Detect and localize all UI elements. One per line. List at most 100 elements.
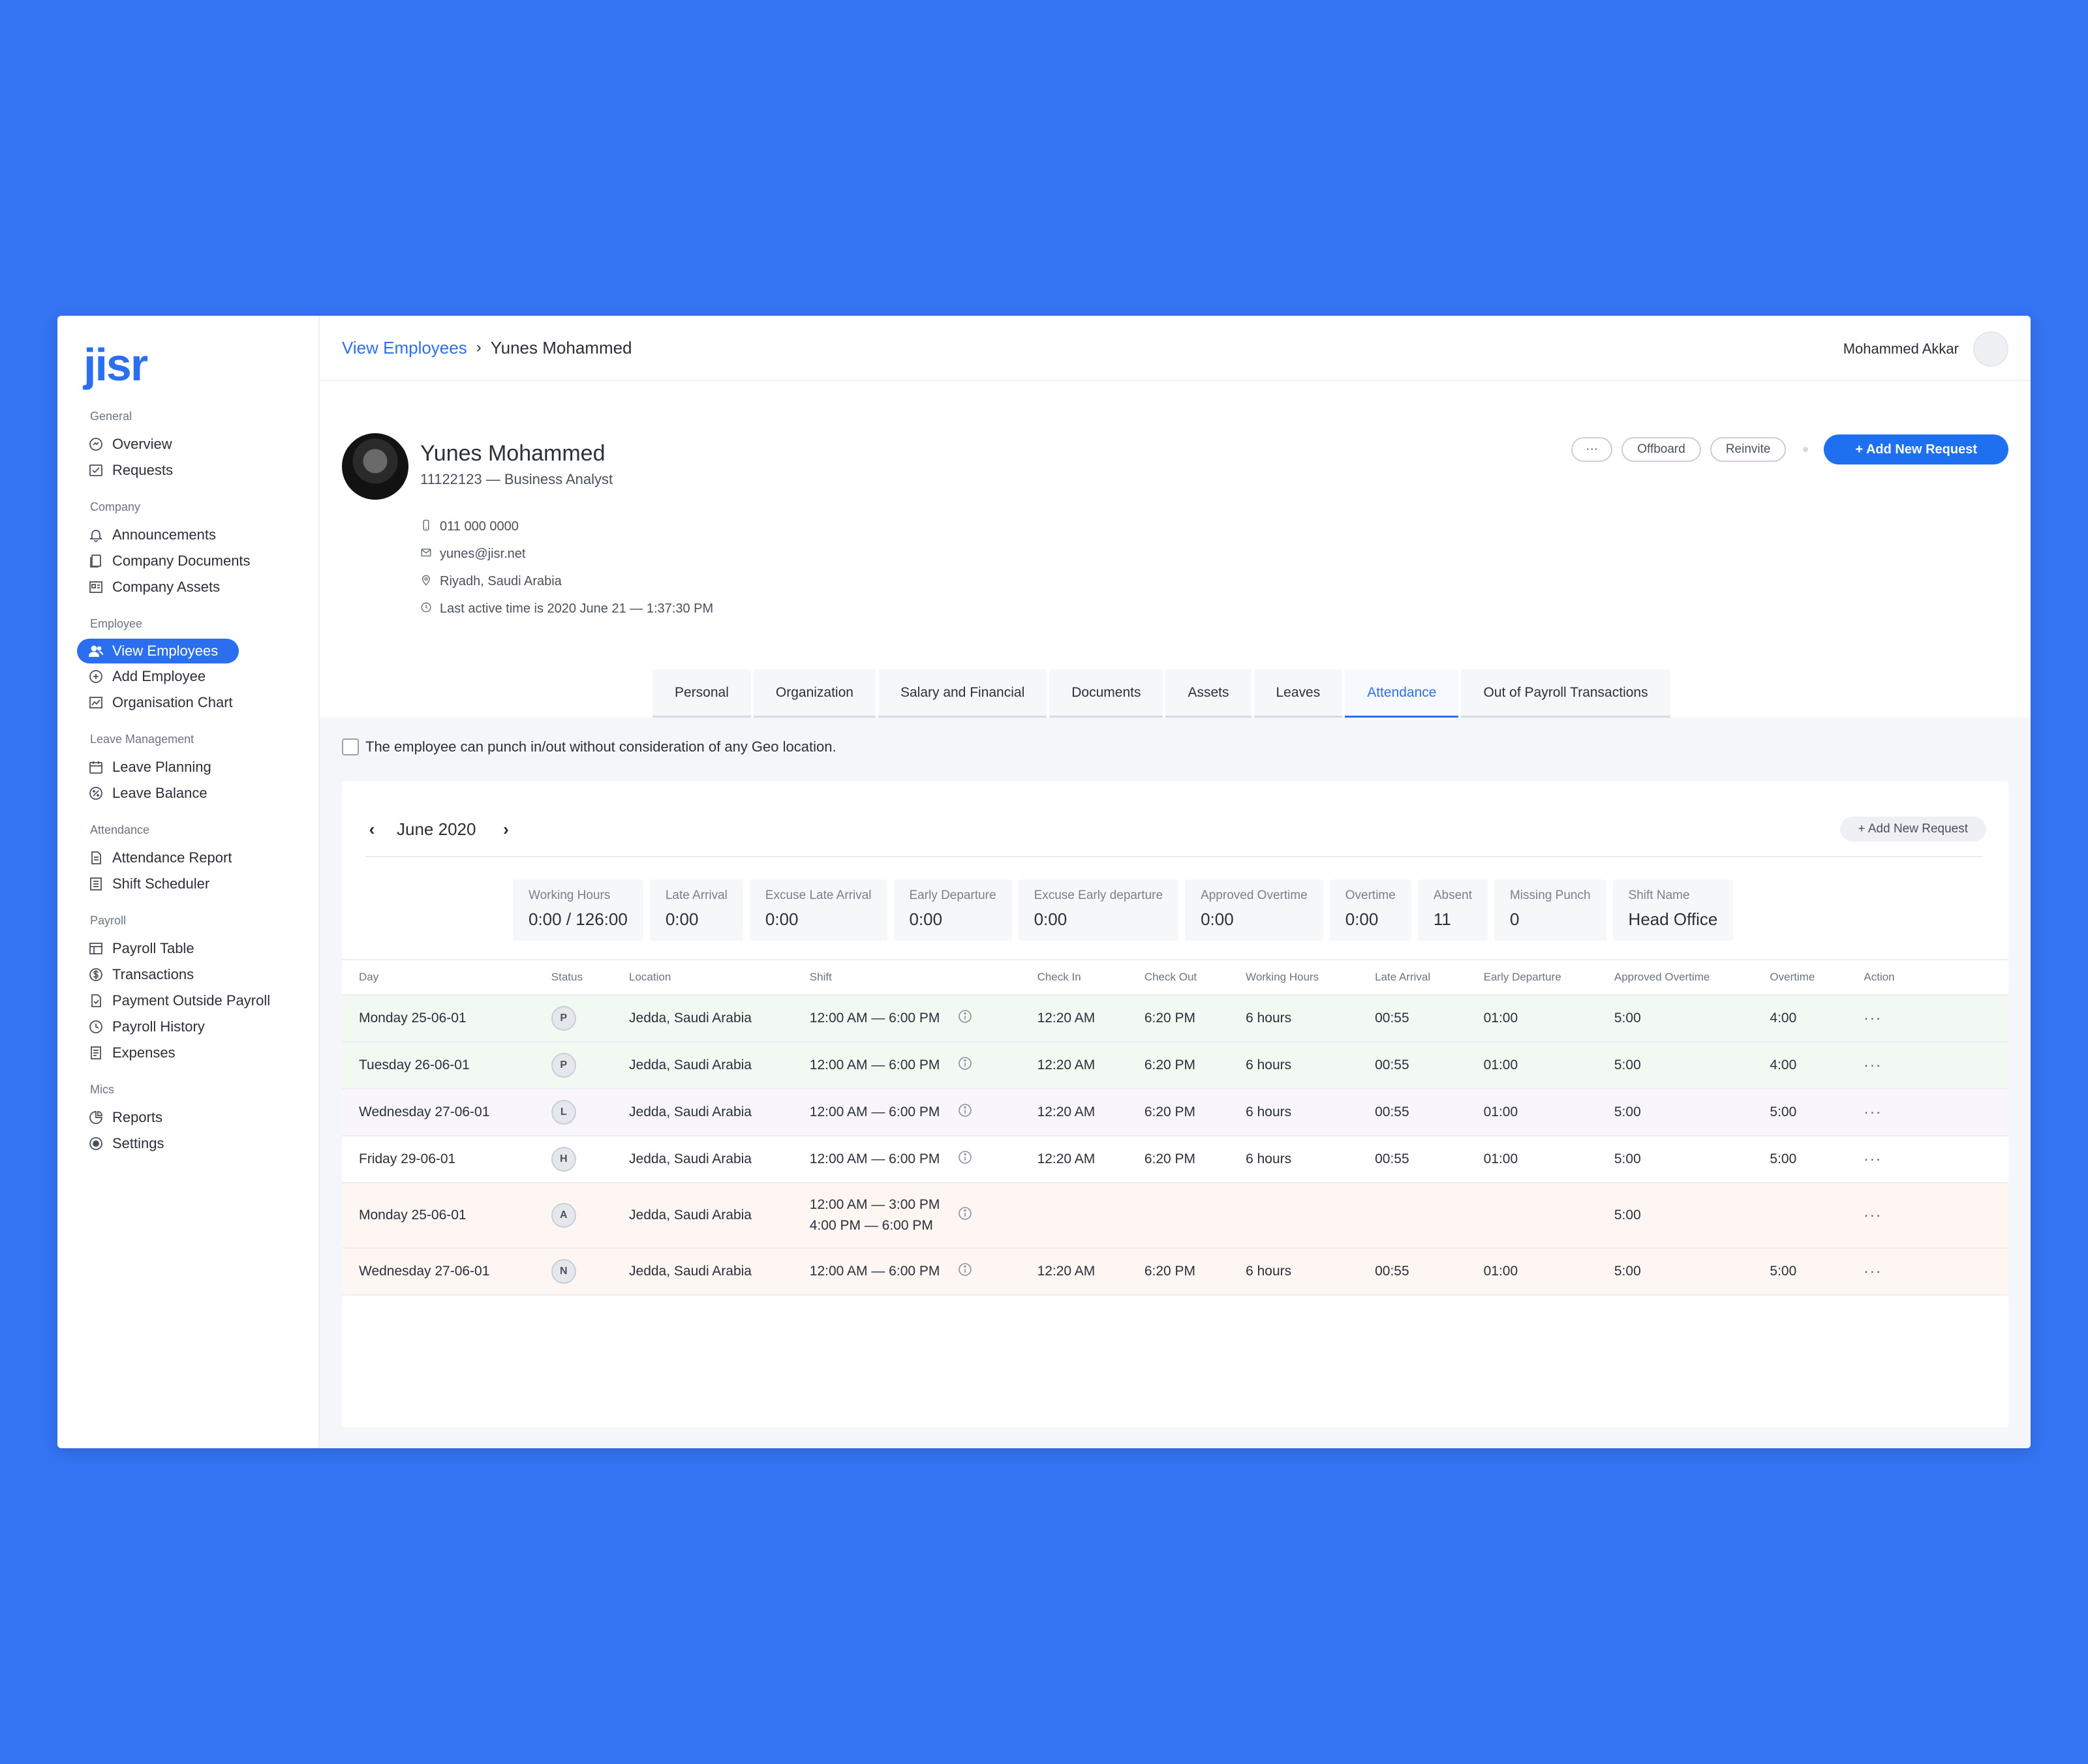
sidebar-item-expenses[interactable]: Expenses (87, 1040, 318, 1066)
employee-avatar (342, 433, 408, 500)
attendance-add-request-button[interactable]: + Add New Request (1839, 817, 1986, 842)
sidebar-item-add-employee[interactable]: Add Employee (87, 663, 318, 690)
cell-location: Jedda, Saudi Arabia (612, 995, 793, 1042)
info-icon[interactable] (957, 1262, 973, 1281)
cell-shift: 12:00 AM — 3:00 PM 4:00 PM — 6:00 PM (792, 1183, 1021, 1249)
tab-assets[interactable]: Assets (1165, 669, 1251, 718)
attendance-panel: The employee can punch in/out without co… (320, 718, 2031, 1448)
sidebar-item-transactions[interactable]: Transactions (87, 962, 318, 988)
employee-email[interactable]: yunes@jisr.net (440, 547, 525, 562)
sidebar-item-label: Transactions (112, 966, 194, 982)
breadcrumb-view-employees-link[interactable]: View Employees (342, 338, 467, 358)
cell-status: A (534, 1183, 613, 1249)
stat-late-arrival: Late Arrival 0:00 (649, 879, 743, 941)
info-icon[interactable] (957, 1009, 973, 1028)
sidebar-item-overview[interactable]: Overview (87, 431, 318, 457)
sidebar-item-company-documents[interactable]: Company Documents (87, 548, 318, 574)
tab-documents[interactable]: Documents (1049, 669, 1163, 718)
user-name[interactable]: Mohammed Akkar (1843, 341, 1959, 357)
info-icon[interactable] (957, 1149, 973, 1169)
cell-location: Jedda, Saudi Arabia (612, 1183, 793, 1249)
tab-salary-and-financial[interactable]: Salary and Financial (878, 669, 1047, 718)
sidebar-section-title: Attendance (90, 823, 150, 836)
table-row[interactable]: Friday 29-06-01 H Jedda, Saudi Arabia 12:00… (342, 1136, 2008, 1183)
tab-organization[interactable]: Organization (753, 669, 876, 718)
overview-icon (87, 436, 104, 453)
table-row[interactable]: Wednesday 27-06-01 N Jedda, Saudi Arabia 12… (342, 1248, 2008, 1296)
stat-value: 0 (1509, 909, 1520, 929)
user-avatar[interactable] (1973, 331, 2008, 367)
cell-late-arrival: 00:55 (1358, 1089, 1467, 1136)
column-header-location: Location (612, 959, 793, 996)
stat-label: Missing Punch (1509, 889, 1591, 902)
sidebar-item-reports[interactable]: Reports (87, 1104, 318, 1131)
row-actions-button[interactable]: ··· (1864, 1151, 1882, 1167)
jisr-logo[interactable]: jisr (84, 341, 318, 389)
employee-contact: 011 000 0000 yunes@jisr.net Riyadh, Saud… (420, 513, 713, 622)
table-row[interactable]: Monday 25-06-01 P Jedda, Saudi Arabia 12:00… (342, 995, 2008, 1042)
divider (365, 856, 1982, 857)
row-actions-button[interactable]: ··· (1864, 1010, 1882, 1026)
chevron-left-icon[interactable]: ‹ (364, 819, 380, 840)
sidebar-section-general: General Overview Requests (57, 410, 318, 483)
stat-label: Approved Overtime (1201, 889, 1308, 902)
geo-location-option[interactable]: The employee can punch in/out without co… (342, 738, 837, 755)
add-new-request-button[interactable]: + Add New Request (1824, 434, 2008, 464)
sidebar-item-payment-outside-payroll[interactable]: Payment Outside Payroll (87, 988, 318, 1014)
offboard-button[interactable]: Offboard (1621, 437, 1701, 462)
info-icon[interactable] (957, 1102, 973, 1122)
sidebar-section-title: Mics (90, 1083, 114, 1096)
info-icon[interactable] (957, 1056, 973, 1075)
stat-label: Working Hours (529, 889, 611, 902)
tab-personal[interactable]: Personal (652, 669, 751, 718)
sidebar-item-organisation-chart[interactable]: Organisation Chart (87, 690, 318, 716)
cell-action: ··· (1847, 995, 2008, 1042)
sidebar-item-leave-balance[interactable]: Leave Balance (87, 780, 318, 806)
stat-value: 0:00 (765, 909, 799, 929)
sidebar-item-settings[interactable]: Settings (87, 1131, 318, 1157)
sidebar-item-view-employees[interactable]: View Employees (77, 639, 239, 663)
stat-value: 0:00 / 126:00 (529, 909, 628, 929)
more-options-button[interactable]: ··· (1571, 437, 1613, 462)
tab-attendance[interactable]: Attendance (1345, 669, 1459, 718)
row-actions-button[interactable]: ··· (1864, 1104, 1882, 1120)
info-icon[interactable] (957, 1206, 973, 1225)
cell-check-out: 6:20 PM (1127, 1089, 1229, 1136)
sidebar-item-announcements[interactable]: Announcements (87, 522, 318, 548)
cell-check-out: 6:20 PM (1127, 1136, 1229, 1183)
status-badge: N (551, 1259, 576, 1284)
sidebar-item-requests[interactable]: Requests (87, 457, 318, 483)
reinvite-button[interactable]: Reinvite (1710, 437, 1787, 462)
row-actions-button[interactable]: ··· (1864, 1057, 1882, 1073)
table-row[interactable]: Wednesday 27-06-01 L Jedda, Saudi Arabia 12… (342, 1089, 2008, 1136)
table-row[interactable]: Monday 25-06-01 A Jedda, Saudi Arabia 12:00… (342, 1183, 2008, 1249)
tab-out-of-payroll-transactions[interactable]: Out of Payroll Transactions (1461, 669, 1670, 718)
sidebar-item-leave-planning[interactable]: Leave Planning (87, 754, 318, 780)
cell-early-departure: 01:00 (1466, 995, 1597, 1042)
sidebar-item-attendance-report[interactable]: Attendance Report (87, 845, 318, 871)
stat-overtime: Overtime 0:00 (1329, 879, 1411, 941)
employee-location: Riyadh, Saudi Arabia (440, 573, 562, 588)
user-menu[interactable]: Mohammed Akkar (1843, 331, 2008, 367)
sidebar-item-label: Company Documents (112, 553, 251, 569)
cell-working-hours: 6 hours (1229, 995, 1359, 1042)
sidebar-item-payroll-history[interactable]: Payroll History (87, 1014, 318, 1040)
stat-value: Head Office (1628, 909, 1718, 929)
history-icon (87, 1018, 104, 1035)
tab-leaves[interactable]: Leaves (1253, 669, 1343, 718)
column-header-early-departure: Early Departure (1466, 959, 1597, 996)
sidebar-item-company-assets[interactable]: Company Assets (87, 574, 318, 600)
attendance-summary: Working Hours 0:00 / 126:00 Late Arrival 0:… (513, 879, 1740, 941)
row-actions-button[interactable]: ··· (1864, 1263, 1882, 1279)
breadcrumb: View Employees › Yunes Mohammed (342, 338, 632, 358)
chevron-right-icon[interactable]: › (498, 819, 514, 840)
location-pin-icon (420, 574, 435, 588)
row-actions-button[interactable]: ··· (1864, 1207, 1882, 1223)
cell-check-in: 12:20 AM (1020, 1248, 1128, 1296)
sidebar-item-payroll-table[interactable]: Payroll Table (87, 935, 318, 962)
column-header-approved-overtime: Approved Overtime (1597, 959, 1753, 996)
table-icon (87, 940, 104, 957)
geo-location-checkbox[interactable] (342, 738, 359, 755)
sidebar-item-shift-scheduler[interactable]: Shift Scheduler (87, 871, 318, 897)
table-row[interactable]: Tuesday 26-06-01 P Jedda, Saudi Arabia 12:0… (342, 1042, 2008, 1089)
